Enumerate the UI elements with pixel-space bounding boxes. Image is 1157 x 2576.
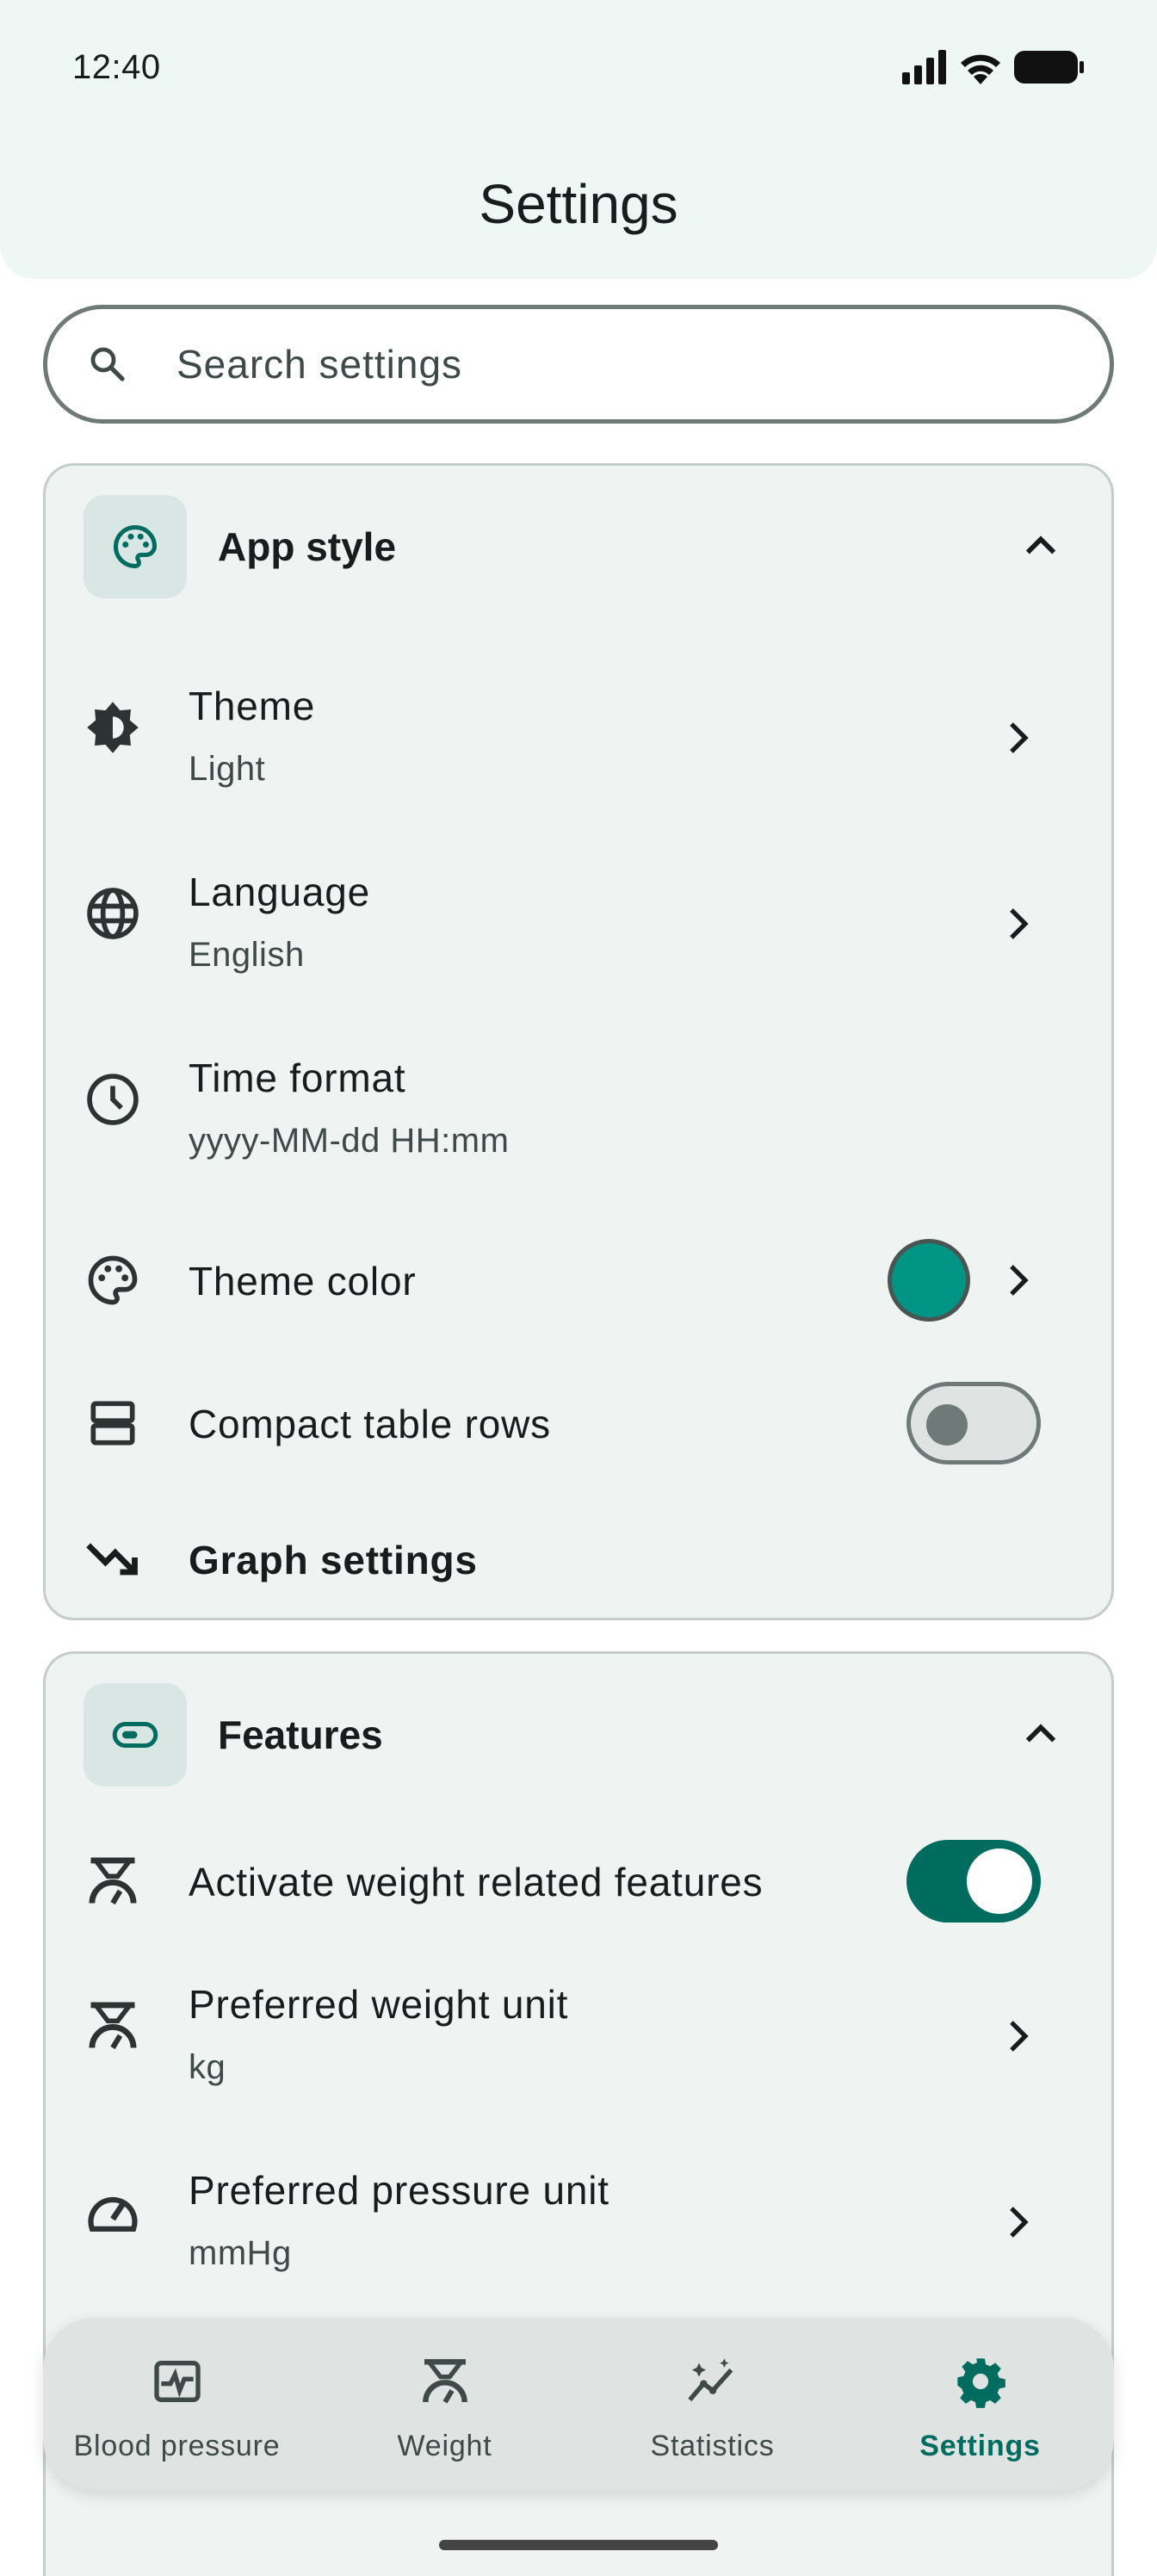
features-title: Features (218, 1712, 383, 1757)
chevron-up-icon[interactable] (1018, 1712, 1063, 1757)
graph-settings-label: Graph settings (189, 1538, 478, 1582)
gear-icon (957, 2358, 1005, 2408)
features-header[interactable]: Features (46, 1654, 1111, 1809)
chevron-right-icon (1010, 722, 1029, 753)
search-placeholder: Search settings (176, 342, 463, 387)
search-input[interactable]: Search settings (43, 305, 1114, 424)
theme-color-setting[interactable]: Theme color (46, 1211, 1111, 1349)
toggle-icon (112, 1722, 158, 1748)
weight-features-toggle[interactable] (906, 1840, 1041, 1923)
weight-features-setting[interactable]: Activate weight related features (46, 1812, 1111, 1950)
app-style-section: App style Theme Light Language English T… (43, 463, 1114, 1620)
toggle-knob (967, 1848, 1032, 1914)
language-setting[interactable]: Language English (46, 839, 1111, 1012)
chevron-right-icon (1010, 1265, 1029, 1296)
pressure-unit-setting[interactable]: Preferred pressure unit mmHg (46, 2138, 1111, 2310)
chart-icon (688, 2358, 733, 2402)
nav-label: Blood pressure (73, 2430, 281, 2462)
top-app-bar: 12:40 Settings (0, 0, 1157, 279)
graph-settings-link[interactable]: Graph settings (46, 1499, 1111, 1619)
chevron-up-icon[interactable] (1018, 524, 1063, 569)
theme-color-label: Theme color (189, 1259, 417, 1303)
bottom-navigation: Blood pressure Weight Statistics Setting… (43, 2318, 1114, 2490)
nav-label: Statistics (650, 2430, 775, 2462)
heart-pulse-icon (154, 2361, 201, 2402)
weight-unit-setting[interactable]: Preferred weight unit kg (46, 1952, 1111, 2124)
gauge-icon (88, 2196, 138, 2232)
chevron-right-icon (1010, 2021, 1029, 2052)
scale-icon (89, 2002, 137, 2050)
compact-rows-setting[interactable]: Compact table rows (46, 1361, 1111, 1490)
theme-value: Light (189, 750, 266, 788)
weight-features-label: Activate weight related features (189, 1860, 764, 1904)
globe-icon (87, 888, 139, 939)
language-label: Language (189, 870, 371, 914)
trending-down-icon (86, 1543, 138, 1576)
table-rows-icon (90, 1401, 135, 1446)
features-badge (84, 1683, 187, 1786)
status-icons (902, 48, 1085, 86)
nav-statistics[interactable]: Statistics (578, 2318, 846, 2490)
nav-settings[interactable]: Settings (846, 2318, 1114, 2490)
clock-icon (87, 1074, 139, 1125)
home-indicator (439, 2540, 718, 2550)
wifi-icon (961, 54, 1000, 84)
compact-rows-toggle[interactable] (906, 1382, 1041, 1464)
toggle-knob (926, 1404, 968, 1446)
nav-label: Weight (397, 2430, 492, 2462)
time-format-label: Time format (189, 1056, 406, 1100)
search-icon (90, 347, 125, 381)
signal-icon (902, 50, 946, 84)
app-style-badge (84, 495, 187, 598)
theme-color-swatch[interactable] (888, 1239, 970, 1322)
app-style-header[interactable]: App style (46, 466, 1111, 621)
nav-weight[interactable]: Weight (311, 2318, 578, 2490)
battery-icon (1014, 51, 1084, 84)
chevron-right-icon (1010, 908, 1029, 939)
language-value: English (189, 936, 305, 974)
page-title: Settings (479, 173, 678, 235)
status-time: 12:40 (72, 48, 161, 86)
nav-blood-pressure[interactable]: Blood pressure (43, 2318, 311, 2490)
pressure-unit-value: mmHg (189, 2234, 292, 2272)
chevron-right-icon (1010, 2207, 1029, 2238)
weight-unit-label: Preferred weight unit (189, 1982, 569, 2027)
palette-icon (114, 524, 158, 569)
brightness-icon (87, 702, 139, 753)
theme-label: Theme (189, 684, 316, 728)
app-style-title: App style (218, 524, 397, 569)
scale-icon (423, 2359, 467, 2404)
theme-setting[interactable]: Theme Light (46, 653, 1111, 826)
time-format-value: yyyy-MM-dd HH:mm (189, 1122, 510, 1160)
scale-icon (89, 1857, 137, 1905)
nav-label: Settings (919, 2430, 1041, 2462)
pressure-unit-label: Preferred pressure unit (189, 2168, 609, 2213)
compact-rows-label: Compact table rows (189, 1402, 551, 1446)
palette-icon (88, 1255, 138, 1305)
time-format-setting[interactable]: Time format yyyy-MM-dd HH:mm (46, 1025, 1111, 1198)
weight-unit-value: kg (189, 2048, 226, 2086)
